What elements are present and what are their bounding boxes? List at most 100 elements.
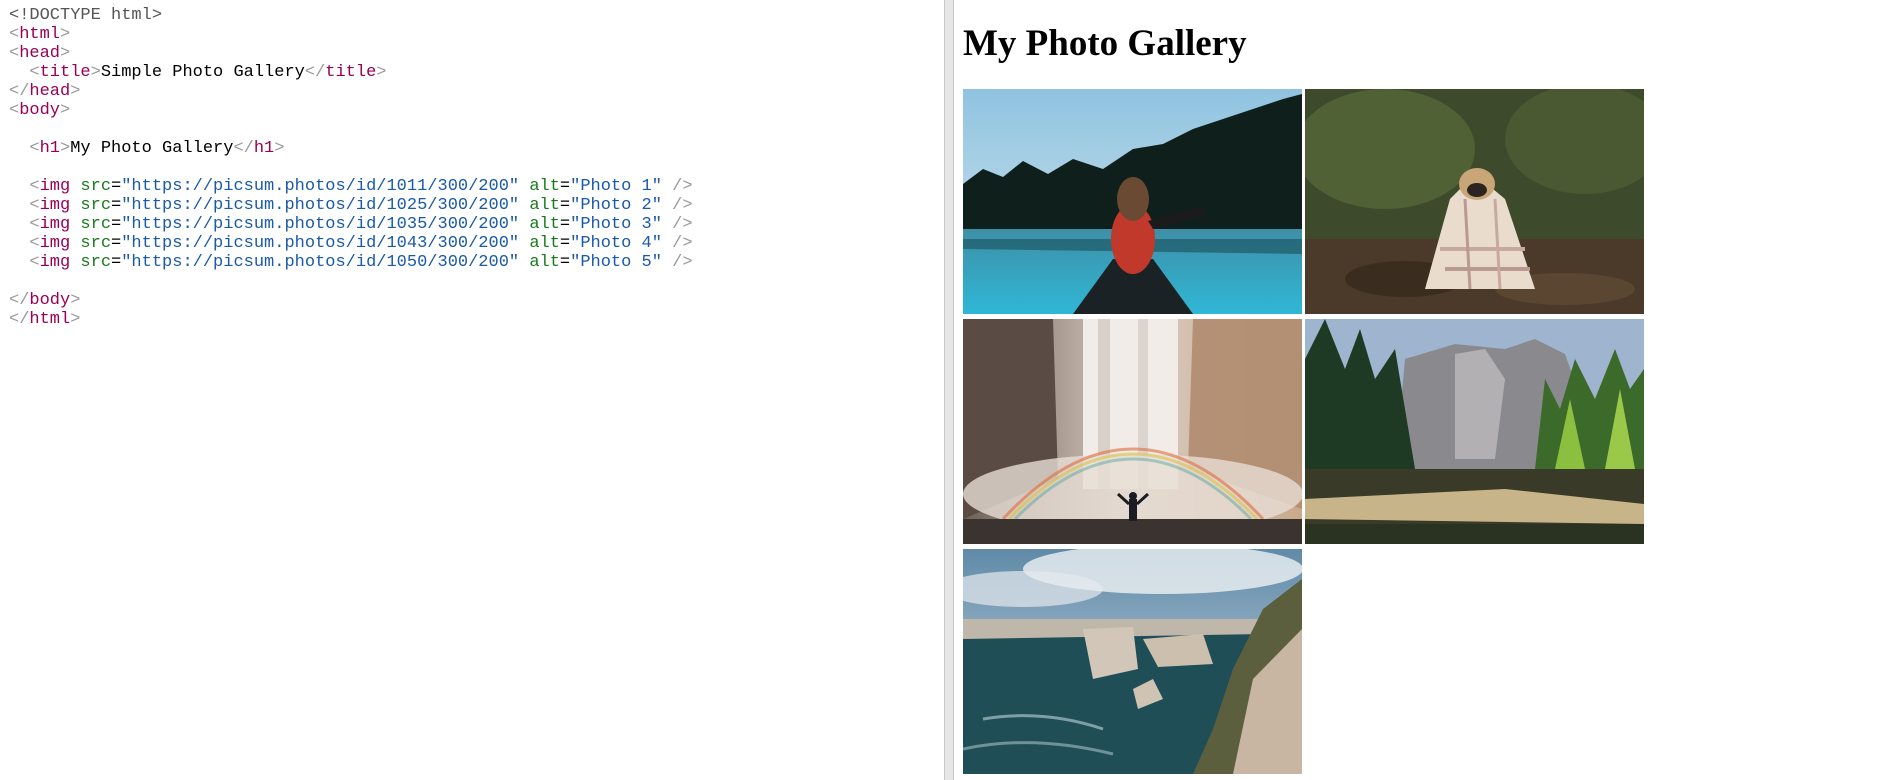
code-token: < [9,44,20,63]
code-token: = [559,177,571,196]
code-line[interactable] [9,120,693,139]
code-token: "Photo 4" [570,234,662,253]
code-token: alt [529,177,560,196]
code-token: > [70,291,81,310]
code-token: title [39,63,91,82]
code-token: > [60,25,71,44]
canoe-lake-image [963,89,1302,314]
code-token: < [29,63,40,82]
code-token: /> [672,215,693,234]
code-token: img [39,253,71,272]
code-line[interactable]: <h1>My Photo Gallery</h1> [9,139,693,158]
code-line[interactable] [9,272,693,291]
code-editor[interactable]: <!DOCTYPE html> <html> <head> <title>Simpl… [0,0,944,780]
code-token: = [559,196,571,215]
code-token: > [60,44,71,63]
code-line[interactable]: </body> [9,291,693,310]
code-token: > [60,139,71,158]
code-token: = [111,253,122,272]
gallery-photo-5 [963,549,1302,774]
code-line[interactable]: <img src="https://picsum.photos/id/1035/… [9,215,693,234]
code-token: "Photo 2" [570,196,662,215]
code-token: </ [9,291,30,310]
code-token: /> [672,196,693,215]
code-token: title [325,63,377,82]
code-token: head [19,44,61,63]
code-text[interactable]: <!DOCTYPE html> <html> <head> <title>Simpl… [9,6,693,329]
code-token: = [559,215,571,234]
code-token: "Photo 5" [570,253,662,272]
pug-blanket-image [1305,89,1644,314]
code-line[interactable]: <body> [9,101,693,120]
code-line[interactable]: <img src="https://picsum.photos/id/1043/… [9,234,693,253]
sea-cliffs-image [963,549,1302,774]
code-token: < [29,215,40,234]
code-token: > [70,82,81,101]
gallery-photo-1 [963,89,1302,314]
code-token: < [29,196,40,215]
code-token: /> [672,234,693,253]
code-token: src [80,253,112,272]
code-token: > [274,139,285,158]
code-token: > [60,101,71,120]
code-token: src [80,215,112,234]
code-line[interactable]: <head> [9,44,693,63]
pane-splitter[interactable] [944,0,954,780]
code-token: > [70,310,81,329]
code-token: < [9,101,20,120]
code-token: My Photo Gallery [70,139,234,158]
code-token: < [29,253,40,272]
code-token: "https://picsum.photos/id/1043/300/200" [121,234,520,253]
forest-cliffs-image [1305,319,1644,544]
code-token: "Photo 1" [570,177,662,196]
code-token: "https://picsum.photos/id/1011/300/200" [121,177,520,196]
code-line[interactable]: <img src="https://picsum.photos/id/1025/… [9,196,693,215]
code-token: </ [9,82,30,101]
code-token: < [29,139,40,158]
gallery-photo-3 [963,319,1302,544]
code-token: img [39,215,71,234]
code-token: src [80,196,112,215]
code-token: src [80,234,112,253]
code-token: img [39,177,71,196]
code-token: body [29,291,71,310]
code-line[interactable]: <img src = "https://picsum.photos/id/1011/… [9,177,692,196]
code-line[interactable]: <!DOCTYPE html> [9,6,693,25]
code-token: html [29,310,71,329]
code-token: = [111,215,122,234]
code-line[interactable]: <html> [9,25,693,44]
code-line[interactable]: </html> [9,310,693,329]
code-token: </ [9,310,30,329]
code-token: alt [529,215,560,234]
code-token: < [9,25,20,44]
code-token: > [376,63,387,82]
code-token: < [29,177,40,196]
code-token: "https://picsum.photos/id/1035/300/200" [121,215,520,234]
code-token: html [19,25,61,44]
code-token: </ [233,139,254,158]
code-line[interactable] [9,158,693,177]
code-line[interactable]: </head> [9,82,693,101]
code-token: < [29,234,40,253]
waterfall-rainbow-image [963,319,1302,544]
code-token: alt [529,253,560,272]
code-line[interactable]: <title>Simple Photo Gallery</title> [9,63,693,82]
code-line[interactable]: <img src="https://picsum.photos/id/1050/… [9,253,692,272]
code-token: src [80,177,112,196]
